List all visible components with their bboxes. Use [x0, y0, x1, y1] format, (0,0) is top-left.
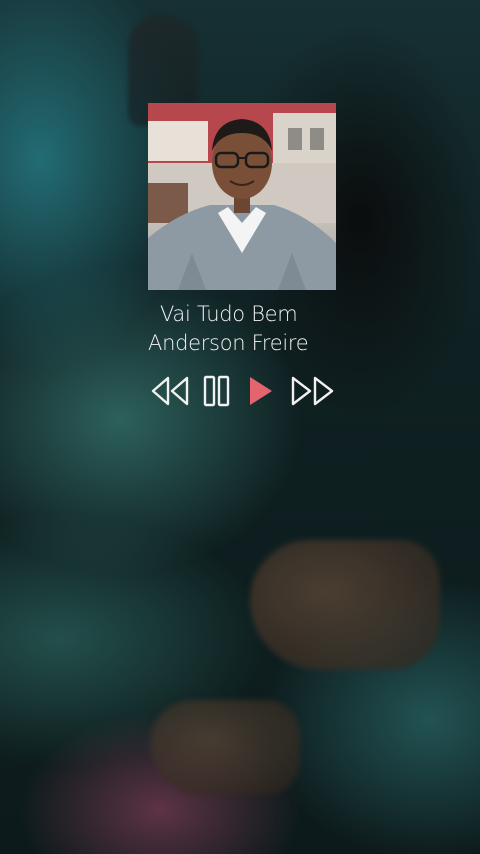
album-cover — [148, 103, 336, 290]
play-button[interactable] — [247, 374, 275, 408]
playback-controls — [148, 374, 338, 408]
fast-forward-button[interactable] — [290, 374, 336, 408]
rewind-button[interactable] — [150, 374, 190, 408]
song-artist: Anderson Freire — [148, 331, 309, 355]
rewind-icon — [151, 376, 189, 406]
pause-icon — [203, 375, 230, 407]
play-icon — [250, 377, 272, 405]
pause-button[interactable] — [203, 374, 231, 408]
song-title: Vai Tudo Bem — [160, 302, 298, 326]
music-player-overlay: Vai Tudo Bem Anderson Freire — [0, 0, 480, 854]
fast-forward-icon — [291, 376, 334, 406]
video-background: Vai Tudo Bem Anderson Freire — [0, 0, 480, 854]
artist-photo — [148, 103, 336, 290]
